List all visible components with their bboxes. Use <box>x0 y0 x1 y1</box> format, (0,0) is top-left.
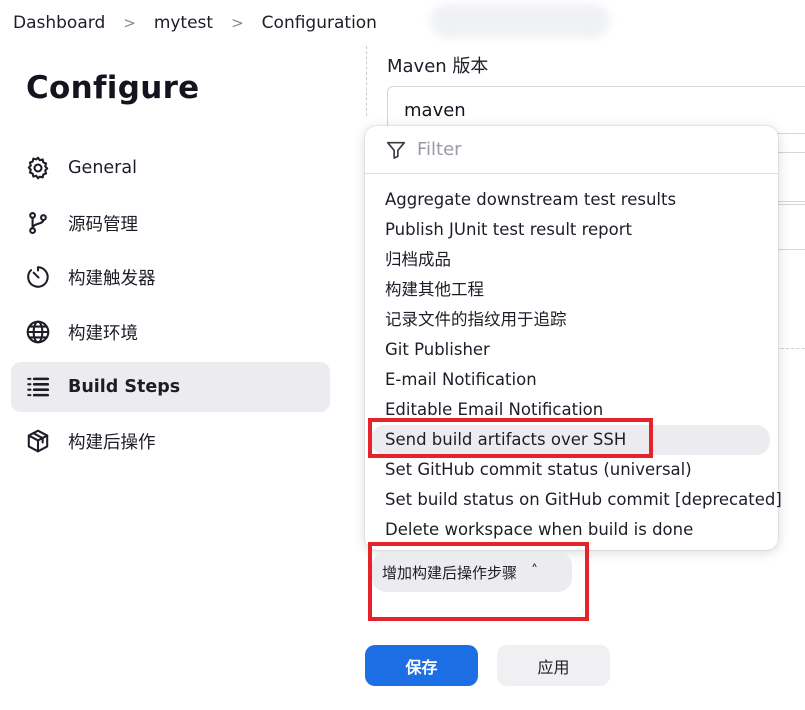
menu-item[interactable]: Set build status on GitHub commit [depre… <box>365 485 782 515</box>
section-divider <box>366 46 367 116</box>
sidebar-item-post-build[interactable]: 构建后操作 <box>11 416 330 466</box>
filter-placeholder: Filter <box>417 139 462 160</box>
maven-version-label: Maven 版本 <box>387 56 489 77</box>
list-steps-icon <box>25 374 51 400</box>
breadcrumb: Dashboard > mytest > Configuration <box>0 0 805 46</box>
sidebar-item-build-steps[interactable]: Build Steps <box>11 362 330 412</box>
branch-icon <box>25 210 51 236</box>
breadcrumb-configuration[interactable]: Configuration <box>262 13 377 33</box>
menu-item[interactable]: Git Publisher <box>365 335 778 365</box>
sidebar-item-label: 构建环境 <box>68 323 138 344</box>
menu-item[interactable]: Publish JUnit test result report <box>365 215 778 245</box>
menu-item[interactable]: E-mail Notification <box>365 365 778 395</box>
breadcrumb-separator: > <box>231 14 244 32</box>
menu-item[interactable]: Set GitHub commit status (universal) <box>365 455 778 485</box>
menu-item[interactable]: Aggregate downstream test results <box>365 185 778 215</box>
filter-input[interactable]: Filter <box>365 126 778 174</box>
blurred-search-box <box>430 4 610 38</box>
breadcrumb-separator: > <box>123 14 136 32</box>
timer-icon <box>25 264 51 290</box>
sidebar-item-label: Build Steps <box>68 377 181 397</box>
breadcrumb-job[interactable]: mytest <box>154 13 213 33</box>
page-title: Configure <box>26 70 200 106</box>
sidebar-item-label: 源码管理 <box>68 214 138 235</box>
sidebar-item-label: 构建后操作 <box>68 432 156 453</box>
menu-item[interactable]: Delete workspace when build is done <box>365 515 778 545</box>
sidebar-item-build-environment[interactable]: 构建环境 <box>11 307 330 357</box>
post-build-step-dropdown: Filter Aggregate downstream test results… <box>365 126 782 550</box>
sidebar-item-general[interactable]: General <box>11 143 330 193</box>
breadcrumb-dashboard[interactable]: Dashboard <box>13 13 105 33</box>
sidebar-item-label: General <box>68 158 137 178</box>
package-icon <box>25 428 51 454</box>
dropdown-menu-list: Aggregate downstream test results Publis… <box>365 185 782 545</box>
gear-icon <box>25 155 51 181</box>
menu-item[interactable]: 记录文件的指纹用于追踪 <box>365 305 778 335</box>
sidebar-item-build-triggers[interactable]: 构建触发器 <box>11 252 330 302</box>
annotation-highlight-ssh <box>368 418 653 458</box>
globe-icon <box>25 319 51 345</box>
sidebar-item-label: 构建触发器 <box>68 268 156 289</box>
menu-item[interactable]: 归档成品 <box>365 245 778 275</box>
sidebar-item-source-control[interactable]: 源码管理 <box>11 198 330 248</box>
menu-item[interactable]: 构建其他工程 <box>365 275 778 305</box>
apply-button[interactable]: 应用 <box>497 645 610 686</box>
save-button[interactable]: 保存 <box>365 645 478 686</box>
annotation-highlight-add-step <box>368 542 589 621</box>
filter-icon <box>386 141 406 159</box>
